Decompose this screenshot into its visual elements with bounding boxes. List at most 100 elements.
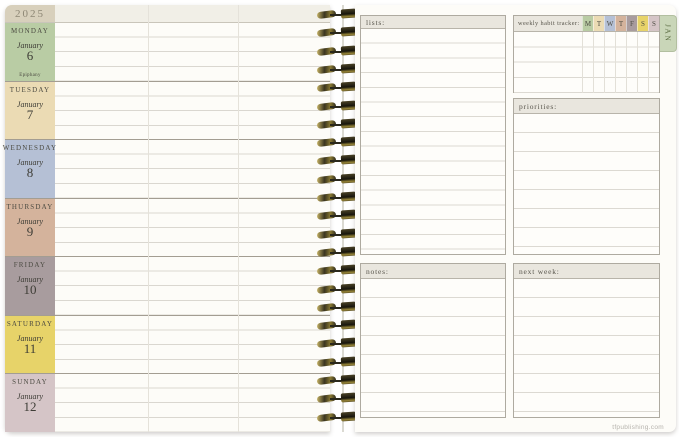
spiral-coil (316, 136, 358, 148)
spiral-coil (316, 392, 358, 404)
tracker-grid-column (626, 32, 637, 93)
spiral-coil (316, 63, 358, 75)
tracker-grid-columns (582, 32, 659, 93)
day-writing-area (55, 82, 330, 140)
notes-label: notes: (366, 267, 389, 276)
tracker-day-letter: F (626, 16, 637, 31)
spiral-coil (316, 118, 358, 130)
watermark-text: tfpublishing.com (612, 424, 664, 431)
day-row: SATURDAY January 11 (5, 316, 330, 375)
month-tab-jan: JAN (660, 15, 677, 52)
day-name: FRIDAY (14, 261, 47, 269)
tracker-day-letter: S (637, 16, 648, 31)
tracker-grid-column (637, 32, 648, 93)
next-week-header: next week: (514, 264, 659, 279)
day-name: SATURDAY (7, 320, 53, 328)
habit-tracker-section: weekly habit tracker: MTWTFSS (513, 15, 660, 93)
day-number: 8 (27, 167, 34, 179)
day-label-cell: SATURDAY January 11 (5, 316, 55, 374)
day-writing-area (55, 140, 330, 198)
spiral-binding (316, 0, 360, 437)
day-writing-area (55, 23, 330, 81)
spiral-coil (316, 301, 358, 313)
day-number: 12 (24, 401, 37, 413)
spiral-coil (316, 356, 358, 368)
day-label-cell: TUESDAY January 7 (5, 82, 55, 140)
tracker-day-letter: T (615, 16, 626, 31)
day-writing-area (55, 316, 330, 374)
day-label-cell: FRIDAY January 10 (5, 257, 55, 315)
day-row: THURSDAY January 9 (5, 199, 330, 258)
tracker-day-letter: W (604, 16, 615, 31)
day-name: SUNDAY (12, 378, 48, 386)
year-label: 2025 (15, 8, 45, 20)
spiral-coil (316, 246, 358, 258)
day-name: MONDAY (11, 27, 49, 35)
spiral-coil (316, 173, 358, 185)
day-label-cell: THURSDAY January 9 (5, 199, 55, 257)
day-number: 9 (27, 226, 34, 238)
lists-label: lists: (366, 18, 385, 27)
tracker-grid-column (615, 32, 626, 93)
priorities-section: priorities: (513, 98, 660, 255)
spiral-coil (316, 191, 358, 203)
day-number: 11 (24, 343, 37, 355)
priorities-label: priorities: (519, 102, 557, 111)
tracker-day-letter: M (582, 16, 593, 31)
habit-tracker-title-cell: weekly habit tracker: (514, 16, 582, 31)
next-week-writing-area (514, 279, 659, 418)
spiral-coil (316, 209, 358, 221)
notes-header: notes: (361, 264, 505, 279)
spiral-coil (316, 154, 358, 166)
spiral-coil (316, 337, 358, 349)
spiral-coil (316, 26, 358, 38)
day-rows: MONDAY January 6 Epiphany TUESDAY Januar… (5, 23, 330, 432)
habit-tracker-header: weekly habit tracker: MTWTFSS (514, 16, 659, 32)
next-week-section: next week: (513, 263, 660, 418)
tracker-grid-column (648, 32, 659, 93)
year-cell: 2025 (5, 5, 55, 22)
tracker-day-letter: T (593, 16, 604, 31)
spiral-coil (316, 374, 358, 386)
day-writing-area (55, 257, 330, 315)
spiral-coil (316, 45, 358, 57)
day-row: SUNDAY January 12 (5, 374, 330, 432)
tracker-grid-column (593, 32, 604, 93)
day-label-cell: SUNDAY January 12 (5, 374, 55, 432)
day-number: 10 (24, 284, 37, 296)
spiral-coil (316, 264, 358, 276)
day-label-cell: MONDAY January 6 Epiphany (5, 23, 55, 81)
spiral-coil (316, 319, 358, 331)
priorities-writing-area (514, 114, 659, 255)
tracker-day-letter: S (648, 16, 659, 31)
habit-tracker-grid (514, 32, 659, 93)
day-row: MONDAY January 6 Epiphany (5, 23, 330, 82)
lists-writing-area (361, 29, 505, 255)
lists-section: lists: (360, 15, 506, 255)
month-tab-label: JAN (664, 24, 673, 42)
day-number: 7 (27, 109, 34, 121)
column-divider (238, 5, 239, 432)
tracker-grid-column (582, 32, 593, 93)
notes-section: notes: (360, 263, 506, 418)
day-row: TUESDAY January 7 (5, 82, 330, 141)
left-page: 2025 MONDAY January 6 Epiphany TUESDAY J… (5, 5, 330, 432)
day-name: THURSDAY (6, 203, 53, 211)
year-band: 2025 (5, 5, 330, 23)
tracker-day-letters: MTWTFSS (582, 16, 659, 31)
day-writing-area (55, 199, 330, 257)
day-writing-area (55, 374, 330, 432)
spiral-coil (316, 411, 358, 423)
day-row: WEDNESDAY January 8 (5, 140, 330, 199)
spiral-coil (316, 81, 358, 93)
column-divider (148, 5, 149, 432)
right-page: lists: weekly habit tracker: MTWTFSS pri… (355, 5, 676, 432)
lists-header: lists: (361, 16, 505, 29)
tracker-grid-column (604, 32, 615, 93)
day-label-cell: WEDNESDAY January 8 (5, 140, 55, 198)
spiral-coil (316, 283, 358, 295)
day-row: FRIDAY January 10 (5, 257, 330, 316)
planner-spread: 2025 MONDAY January 6 Epiphany TUESDAY J… (0, 0, 679, 437)
day-name: TUESDAY (10, 86, 50, 94)
spiral-coil (316, 8, 358, 20)
